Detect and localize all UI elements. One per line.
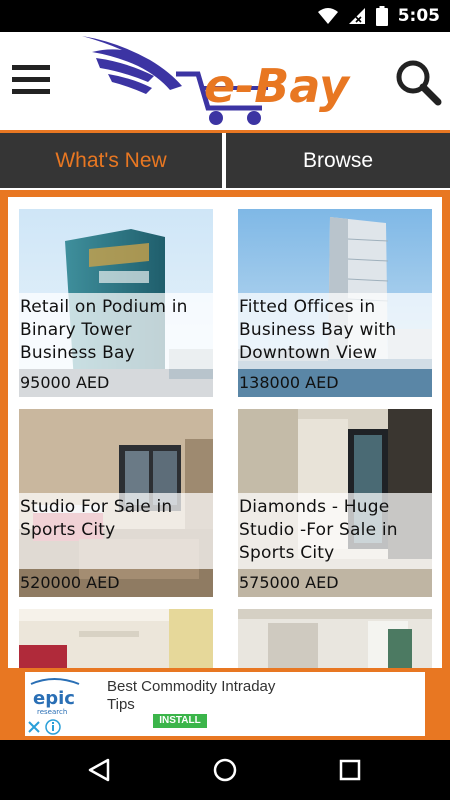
listing-photo	[19, 609, 213, 668]
listing-card[interactable]: Studio For Sale in Sports City 520000 AE…	[19, 409, 213, 597]
app-screen: 5:05 e-Bay What's New Browse Retail on P…	[0, 0, 450, 800]
listings-panel: Retail on Podium in Binary Tower Busines…	[0, 190, 450, 668]
tab-bar: What's New Browse	[0, 133, 450, 190]
app-header: e-Bay	[0, 32, 450, 130]
wifi-icon	[317, 8, 338, 24]
listing-card[interactable]	[238, 609, 432, 668]
battery-icon	[375, 6, 388, 26]
system-nav-bar	[0, 740, 450, 800]
tab-browse[interactable]: Browse	[226, 133, 450, 188]
listing-title: Retail on Podium in Binary Tower Busines…	[20, 297, 188, 363]
listing-price: 95000 AED	[20, 373, 110, 392]
listing-card[interactable]: Retail on Podium in Binary Tower Busines…	[19, 209, 213, 397]
listings-grid[interactable]: Retail on Podium in Binary Tower Busines…	[8, 197, 442, 668]
listing-title: Studio For Sale in Sports City	[20, 497, 173, 540]
ad-install-button[interactable]: INSTALL	[153, 714, 207, 728]
ad-choices-close-icon[interactable]	[25, 718, 65, 736]
listing-card[interactable]	[19, 609, 213, 668]
ad-banner-container: epic research Best Commodity Intraday Ti…	[0, 668, 450, 740]
ad-title: Best Commodity Intraday Tips	[107, 678, 276, 713]
listing-price: 138000 AED	[239, 373, 339, 392]
back-icon[interactable]	[86, 756, 114, 784]
status-bar: 5:05	[0, 0, 450, 32]
svg-text:e-Bay: e-Bay	[204, 59, 351, 113]
ad-banner[interactable]: epic research Best Commodity Intraday Ti…	[25, 672, 425, 736]
listing-photo	[238, 609, 432, 668]
listing-card[interactable]: Fitted Offices in Business Bay with Down…	[238, 209, 432, 397]
search-icon[interactable]	[394, 58, 442, 106]
ebay-logo: e-Bay	[82, 36, 351, 125]
hamburger-menu-icon[interactable]	[12, 65, 50, 97]
svg-text:research: research	[37, 708, 67, 716]
epic-research-logo: epic research	[27, 674, 82, 718]
status-time: 5:05	[397, 6, 440, 26]
signal-icon	[348, 8, 365, 24]
listing-card[interactable]: Diamonds - Huge Studio -For Sale in Spor…	[238, 409, 432, 597]
recents-icon[interactable]	[336, 756, 364, 784]
listing-title: Diamonds - Huge Studio -For Sale in Spor…	[239, 497, 398, 563]
svg-text:epic: epic	[33, 688, 75, 709]
listing-title: Fitted Offices in Business Bay with Down…	[239, 297, 397, 363]
home-icon[interactable]	[211, 756, 239, 784]
listing-price: 520000 AED	[20, 573, 120, 592]
tab-whats-new[interactable]: What's New	[0, 133, 222, 188]
listing-price: 575000 AED	[239, 573, 339, 592]
